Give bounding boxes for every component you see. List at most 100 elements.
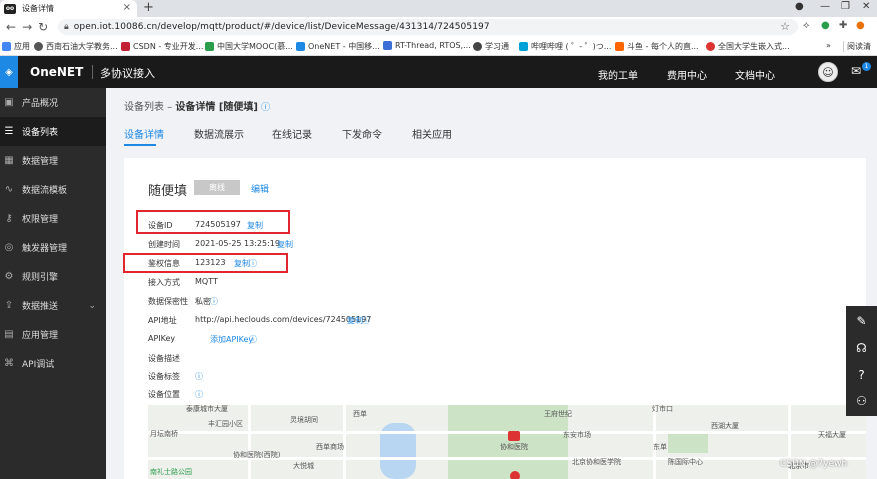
onenet-logo[interactable]: OneNET — [30, 65, 83, 79]
reload-icon[interactable]: ↻ — [38, 20, 48, 34]
maximize-icon[interactable]: ❐ — [841, 1, 850, 12]
user-avatar[interactable]: ☺ — [818, 62, 838, 82]
bookmark-item[interactable]: RT-Thread, RTOS,... — [383, 41, 471, 50]
bookmark-item[interactable]: CSDN - 专业开发... — [121, 41, 203, 52]
tab-title: 设备详情 — [22, 4, 54, 13]
bookmarks-more-icon[interactable]: » — [826, 41, 831, 50]
sidebar-item-data-management[interactable]: ▦ 数据管理 — [0, 146, 106, 175]
map-park — [668, 433, 708, 453]
map-label: 大悦城 — [293, 462, 314, 470]
sidebar-item-data-push[interactable]: ⇪ 数据推送 ⌄ — [0, 291, 106, 320]
people-icon[interactable]: ⚇ — [846, 394, 877, 408]
highlight-auth-info — [123, 253, 288, 273]
map-road — [148, 431, 866, 434]
bookmark-item[interactable]: 全国大学生嵌入式... — [706, 41, 790, 52]
privacy-value: 私密 — [195, 297, 211, 306]
sidebar-item-overview[interactable]: ▣ 产品概况 — [0, 88, 106, 117]
extensions-puzzle-icon[interactable]: ✚ — [839, 20, 847, 31]
bookmark-item[interactable]: OneNET - 中国移... — [296, 41, 380, 52]
edit-link[interactable]: 编辑 — [251, 182, 269, 195]
extension-green-icon[interactable]: ● — [821, 20, 830, 31]
forward-icon[interactable]: → — [22, 20, 32, 34]
api-icon: ⌘ — [4, 358, 14, 369]
sidebar-item-permissions[interactable]: ⚷ 权限管理 — [0, 204, 106, 233]
contest-icon — [706, 42, 715, 51]
help-icon[interactable]: ⓘ — [261, 103, 270, 113]
douyu-icon — [615, 42, 624, 51]
info-icon[interactable]: ⓘ — [210, 296, 218, 307]
push-icon: ⇪ — [4, 300, 14, 311]
chevron-down-icon[interactable]: ⌄ — [88, 301, 96, 311]
map-label: 丰汇园小区 — [208, 420, 243, 428]
globe-icon — [34, 42, 43, 51]
map-label: 西湖大厦 — [711, 422, 739, 430]
bookmark-item[interactable]: 西南石油大学教务... — [34, 41, 118, 52]
copy-api-address-button[interactable]: 复制 — [347, 315, 363, 326]
address-bar-row: ← → ↻ 🔒︎ open.iot.10086.cn/develop/mqtt/… — [0, 17, 877, 37]
sidebar-item-device-list[interactable]: ☰ 设备列表 — [0, 117, 106, 146]
add-apikey-button[interactable]: 添加APIKey — [210, 334, 253, 345]
map-marker-icon[interactable] — [508, 431, 520, 441]
tab-device-detail[interactable]: 设备详情 — [124, 126, 164, 141]
bookmark-item[interactable]: 应用 — [2, 41, 30, 52]
map-label: 协和医院 — [500, 443, 528, 451]
rtthread-icon — [383, 41, 392, 50]
profile-avatar-icon[interactable]: ● — [856, 20, 865, 31]
cube-icon: ▣ — [4, 97, 14, 108]
onenet-icon — [296, 42, 305, 51]
key-icon: ⚷ — [5, 213, 13, 224]
menu-toggle-icon[interactable]: ◈ — [0, 56, 18, 88]
map-label: 西单商场 — [316, 443, 344, 451]
sidebar-item-datastream-template[interactable]: ∿ 数据流模板 — [0, 175, 106, 204]
bookmark-item[interactable]: 学习通 — [473, 41, 509, 52]
tab-send-command[interactable]: 下发命令 — [342, 126, 382, 141]
bookmark-item[interactable]: 斗鱼 - 每个人的直... — [615, 41, 699, 52]
tab-related-apps[interactable]: 相关应用 — [412, 126, 452, 141]
sidebar-item-app-management[interactable]: ▤ 应用管理 — [0, 320, 106, 349]
pencil-icon[interactable]: ✎ — [846, 314, 877, 328]
map-pin-icon[interactable] — [510, 471, 520, 479]
location-map[interactable]: 泰康城市大厦 丰汇园小区 月坛南桥 西单商场 协和医院(西院) 大悦城 灵境胡同… — [148, 405, 866, 479]
question-icon[interactable]: ? — [846, 368, 877, 382]
grid-icon: ▦ — [4, 155, 14, 166]
bookmark-item[interactable]: 中国大学MOOC(慕... — [205, 41, 293, 52]
translate-icon[interactable]: ⟡ — [803, 20, 810, 31]
mail-icon[interactable]: ✉ — [851, 64, 861, 78]
mail-badge: 1 — [862, 62, 871, 71]
tab-online-records[interactable]: 在线记录 — [272, 126, 312, 141]
info-icon[interactable]: ⓘ — [195, 389, 203, 400]
url-input[interactable]: 🔒︎ open.iot.10086.cn/develop/mqtt/produc… — [58, 19, 798, 35]
my-tickets-link[interactable]: 我的工单 — [598, 67, 638, 82]
info-icon[interactable]: ⓘ — [362, 315, 370, 326]
copy-created-time-button[interactable]: 复制 — [277, 239, 293, 250]
bookmark-item[interactable]: 哔哩哔哩 ( ゜- ゜)つ... — [519, 41, 611, 52]
back-icon[interactable]: ← — [6, 20, 16, 34]
info-icon[interactable]: ⓘ — [195, 371, 203, 382]
close-window-icon[interactable]: ✕ — [862, 1, 870, 12]
browser-tab-bar: oo 设备详情 × + ● — ❐ ✕ — [0, 0, 877, 17]
reading-list[interactable]: 阅读清 — [843, 41, 871, 52]
rule-icon: ⚙ — [4, 271, 14, 282]
headset-icon[interactable]: ☊ — [846, 341, 877, 355]
tab-datastream[interactable]: 数据流展示 — [194, 126, 244, 141]
device-detail-card: 随便填 离线 编辑 设备ID 724505197 复制 创建时间 2021-05… — [124, 158, 866, 479]
breadcrumb-root[interactable]: 设备列表 – — [124, 102, 175, 113]
new-tab-button[interactable]: + — [143, 0, 154, 15]
sidebar-item-rule-engine[interactable]: ⚙ 规则引擎 — [0, 262, 106, 291]
billing-center-link[interactable]: 费用中心 — [667, 67, 707, 82]
sidebar-item-api-debug[interactable]: ⌘ API调试 — [0, 349, 106, 378]
app-icon: ▤ — [4, 329, 14, 340]
browser-tab[interactable]: oo 设备详情 × — [0, 0, 137, 17]
sidebar-item-triggers[interactable]: ◎ 触发器管理 — [0, 233, 106, 262]
docs-center-link[interactable]: 文档中心 — [735, 67, 775, 82]
bookmark-star-icon[interactable]: ☆ — [780, 20, 790, 33]
info-icon[interactable]: ⓘ — [249, 334, 257, 345]
device-name: 随便填 — [148, 184, 188, 199]
protocol-value: MQTT — [195, 277, 218, 286]
minimize-icon[interactable]: — — [820, 1, 830, 12]
detail-tabs: 设备详情 数据流展示 在线记录 下发命令 相关应用 — [106, 118, 877, 146]
browser-profile-icon[interactable]: ● — [795, 1, 804, 12]
bookmarks-bar: 应用 西南石油大学教务... CSDN - 专业开发... 中国大学MOOC(慕… — [0, 37, 877, 56]
map-label: 泰康城市大厦 — [186, 405, 228, 413]
tab-close-icon[interactable]: × — [123, 2, 131, 13]
